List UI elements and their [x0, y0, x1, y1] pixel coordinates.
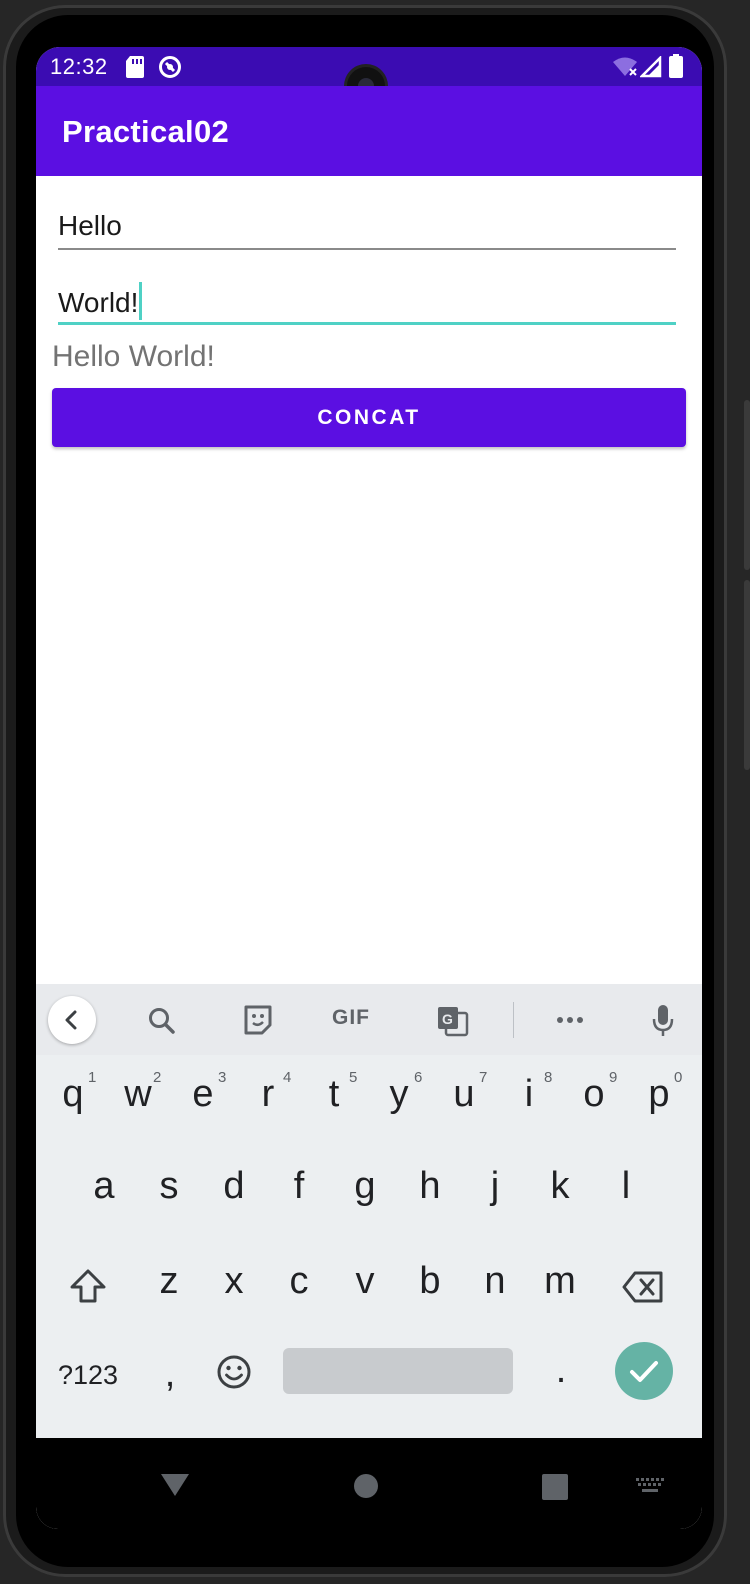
- second-text-value: World!: [58, 282, 143, 320]
- key-n[interactable]: n: [475, 1260, 515, 1303]
- key-q[interactable]: q: [53, 1073, 93, 1116]
- toolbar-divider: [513, 1002, 514, 1038]
- phone-screen: 12:32 Practical02 Hello World! Hello Wor…: [36, 47, 702, 1529]
- key-p-hint: 0: [674, 1069, 683, 1086]
- checkmark-icon: [630, 1361, 658, 1382]
- key-m[interactable]: m: [540, 1260, 580, 1303]
- key-d[interactable]: d: [214, 1165, 254, 1208]
- key-g[interactable]: g: [345, 1165, 385, 1208]
- sticker-icon[interactable]: [242, 997, 274, 1043]
- key-l[interactable]: l: [606, 1165, 646, 1208]
- key-r-hint: 4: [283, 1069, 292, 1086]
- gif-button[interactable]: GIF: [332, 1006, 370, 1030]
- key-k[interactable]: k: [540, 1165, 580, 1208]
- signal-icon: [640, 56, 662, 78]
- power-button: [744, 580, 750, 770]
- app-bar: Practical02: [36, 86, 702, 176]
- key-u[interactable]: u: [444, 1073, 484, 1116]
- second-field-underline: [58, 322, 676, 325]
- key-i[interactable]: i: [509, 1073, 549, 1116]
- key-c[interactable]: c: [279, 1260, 319, 1303]
- key-u-hint: 7: [479, 1069, 488, 1086]
- key-a[interactable]: a: [84, 1165, 124, 1208]
- keyboard-toolbar: GIF G: [36, 984, 702, 1055]
- keyboard-keys: q 1 w 2 e 3 r 4 t 5 y 6 u 7 i 8 o 9 p 0 …: [36, 1055, 702, 1438]
- enter-button[interactable]: [615, 1342, 673, 1400]
- symbols-key[interactable]: ?123: [54, 1360, 122, 1391]
- first-text-value: Hello: [58, 210, 122, 241]
- volume-button: [744, 400, 750, 570]
- key-e[interactable]: e: [183, 1073, 223, 1116]
- translate-icon[interactable]: G: [436, 997, 470, 1043]
- emoji-icon[interactable]: [216, 1354, 252, 1390]
- backspace-icon[interactable]: [621, 1269, 665, 1305]
- mic-icon[interactable]: [650, 997, 676, 1043]
- second-text-field[interactable]: World!: [58, 279, 676, 327]
- key-f[interactable]: f: [279, 1165, 319, 1208]
- key-x[interactable]: x: [214, 1260, 254, 1303]
- key-s[interactable]: s: [149, 1165, 189, 1208]
- back-icon[interactable]: [48, 996, 96, 1044]
- app-title: Practical02: [62, 114, 230, 149]
- key-o[interactable]: o: [574, 1073, 614, 1116]
- first-field-underline: [58, 248, 676, 250]
- battery-icon: [669, 54, 683, 78]
- sd-card-icon: [126, 56, 144, 78]
- keyboard-switch-icon[interactable]: [636, 1478, 664, 1494]
- navigation-bar: [36, 1438, 702, 1529]
- key-v[interactable]: v: [345, 1260, 385, 1303]
- period-key[interactable]: .: [549, 1349, 573, 1392]
- result-text: Hello World!: [52, 340, 215, 373]
- search-icon[interactable]: [146, 997, 178, 1043]
- key-r[interactable]: r: [248, 1073, 288, 1116]
- key-o-hint: 9: [609, 1069, 618, 1086]
- key-t-hint: 5: [349, 1069, 358, 1086]
- key-z[interactable]: z: [149, 1260, 189, 1303]
- nav-back-icon[interactable]: [159, 1472, 191, 1498]
- space-bar[interactable]: [283, 1348, 513, 1394]
- key-y[interactable]: y: [379, 1073, 419, 1116]
- more-icon[interactable]: [554, 997, 586, 1043]
- key-i-hint: 8: [544, 1069, 553, 1086]
- svg-text:G: G: [442, 1011, 453, 1027]
- key-q-hint: 1: [88, 1069, 97, 1086]
- soft-keyboard: GIF G q 1 w 2 e 3 r 4 t 5 y 6 u 7 i 8 o …: [36, 984, 702, 1438]
- shift-icon[interactable]: [68, 1267, 108, 1307]
- key-j[interactable]: j: [475, 1165, 515, 1208]
- key-w[interactable]: w: [118, 1073, 158, 1116]
- do-not-disturb-icon: [159, 56, 181, 78]
- key-b[interactable]: b: [410, 1260, 450, 1303]
- recents-icon[interactable]: [542, 1474, 568, 1500]
- key-t[interactable]: t: [314, 1073, 354, 1116]
- status-time: 12:32: [50, 54, 108, 79]
- key-h[interactable]: h: [410, 1165, 450, 1208]
- key-y-hint: 6: [414, 1069, 423, 1086]
- first-text-field[interactable]: Hello: [58, 207, 676, 252]
- comma-key[interactable]: ,: [158, 1353, 182, 1396]
- home-icon[interactable]: [353, 1473, 379, 1499]
- wifi-icon: [613, 57, 637, 76]
- key-e-hint: 3: [218, 1069, 227, 1086]
- key-w-hint: 2: [153, 1069, 162, 1086]
- key-p[interactable]: p: [639, 1073, 679, 1116]
- text-cursor: [139, 282, 143, 320]
- concat-button[interactable]: CONCAT: [52, 388, 686, 447]
